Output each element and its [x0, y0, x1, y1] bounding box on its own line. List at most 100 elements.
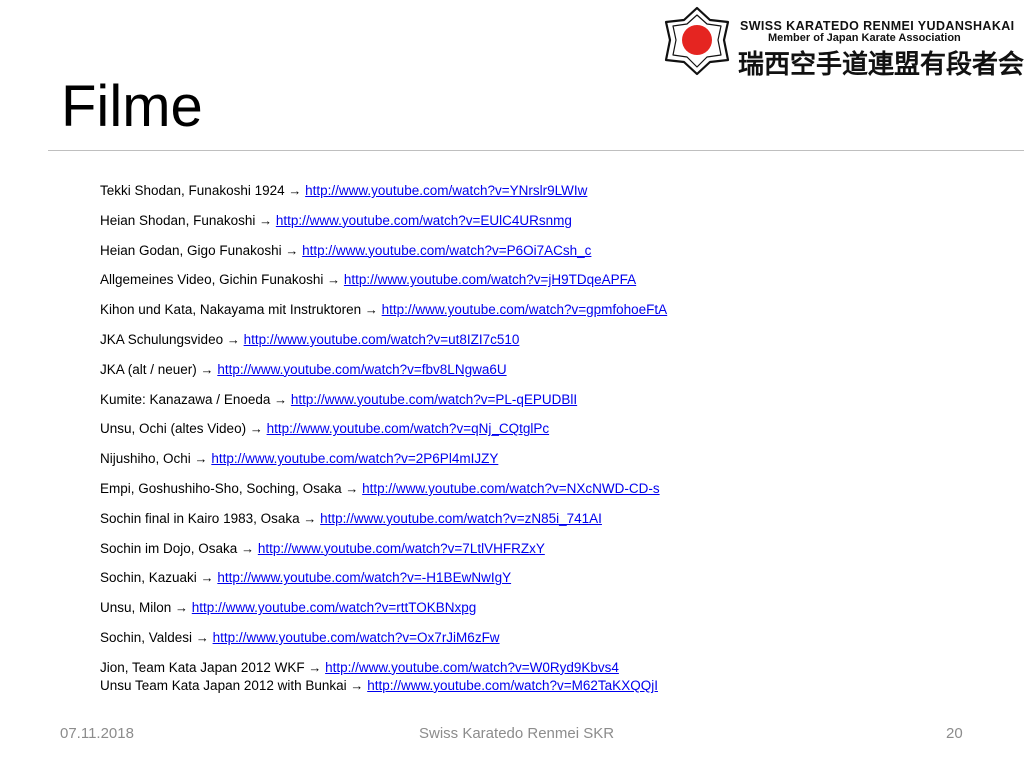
list-item: Empi, Goshushiho-Sho, Soching, Osaka → h…: [60, 480, 1010, 510]
video-title: JKA (alt / neuer): [100, 361, 201, 377]
video-link[interactable]: http://www.youtube.com/watch?v=NXcNWD-CD…: [362, 481, 659, 496]
list-item: Sochin im Dojo, Osaka → http://www.youtu…: [60, 540, 1010, 570]
video-title: Sochin final in Kairo 1983, Osaka: [100, 510, 304, 526]
list-item-text: JKA Schulungsvideo → http://www.youtube.…: [100, 331, 519, 349]
video-link[interactable]: http://www.youtube.com/watch?v=2P6Pl4mIJ…: [211, 451, 498, 466]
list-item: Allgemeines Video, Gichin Funakoshi → ht…: [60, 271, 1010, 301]
list-item-text: Unsu, Milon → http://www.youtube.com/wat…: [100, 599, 476, 617]
slide: SWISS KARATEDO RENMEI YUDANSHAKAI Member…: [0, 0, 1024, 768]
list-item: Heian Godan, Gigo Funakoshi → http://www…: [60, 242, 1010, 272]
video-link[interactable]: http://www.youtube.com/watch?v=gpmfohoeF…: [382, 302, 668, 317]
video-title: Sochin, Valdesi: [100, 629, 196, 645]
video-title: Heian Shodan, Funakoshi: [100, 212, 260, 228]
list-item-text: JKA (alt / neuer) → http://www.youtube.c…: [100, 361, 507, 379]
video-title: Jion, Team Kata Japan 2012 WKF: [100, 659, 309, 675]
video-title: Sochin im Dojo, Osaka: [100, 540, 242, 556]
list-item: Unsu, Ochi (altes Video) → http://www.yo…: [60, 420, 1010, 450]
list-item: Sochin, Kazuaki → http://www.youtube.com…: [60, 569, 1010, 599]
video-title: Heian Godan, Gigo Funakoshi: [100, 242, 286, 258]
list-item: Sochin final in Kairo 1983, Osaka → http…: [60, 510, 1010, 540]
video-title: Empi, Goshushiho-Sho, Soching, Osaka: [100, 480, 346, 496]
list-item-text: Kumite: Kanazawa / Enoeda → http://www.y…: [100, 391, 577, 409]
video-title: Nijushiho, Ochi: [100, 451, 195, 467]
arrow-right-icon: →: [308, 659, 322, 675]
list-item-text: Sochin, Kazuaki → http://www.youtube.com…: [100, 569, 511, 587]
arrow-right-icon: →: [226, 331, 240, 347]
list-item: Heian Shodan, Funakoshi → http://www.you…: [60, 212, 1010, 242]
arrow-right-icon: →: [345, 480, 359, 496]
video-title: Unsu Team Kata Japan 2012 with Bunkai: [100, 677, 351, 693]
list-item: Sochin, Valdesi → http://www.youtube.com…: [60, 629, 1010, 659]
video-link[interactable]: http://www.youtube.com/watch?v=EUlC4URsn…: [276, 213, 572, 228]
list-item-text: Sochin, Valdesi → http://www.youtube.com…: [100, 629, 500, 647]
list-item-text: Allgemeines Video, Gichin Funakoshi → ht…: [100, 271, 636, 289]
list-item-text: Heian Godan, Gigo Funakoshi → http://www…: [100, 242, 591, 260]
list-item: JKA (alt / neuer) → http://www.youtube.c…: [60, 361, 1010, 391]
list-item-text: Kihon und Kata, Nakayama mit Instruktore…: [100, 301, 667, 319]
video-title: Kihon und Kata, Nakayama mit Instruktore…: [100, 302, 365, 318]
video-link[interactable]: http://www.youtube.com/watch?v=zN85i_741…: [320, 511, 602, 526]
video-list: Tekki Shodan, Funakoshi 1924 → http://ww…: [60, 182, 1010, 699]
list-item-text: Empi, Goshushiho-Sho, Soching, Osaka → h…: [100, 480, 660, 498]
video-link[interactable]: http://www.youtube.com/watch?v=PL-qEPUDB…: [291, 392, 577, 407]
video-link[interactable]: http://www.youtube.com/watch?v=W0Ryd9Kbv…: [325, 660, 619, 675]
arrow-right-icon: →: [259, 212, 273, 228]
video-title: Unsu, Ochi (altes Video): [100, 421, 250, 437]
arrow-right-icon: →: [195, 629, 209, 645]
list-item-text: Tekki Shodan, Funakoshi 1924 → http://ww…: [100, 182, 587, 200]
footer-date: 07.11.2018: [60, 725, 134, 742]
list-item-text: Sochin final in Kairo 1983, Osaka → http…: [100, 510, 602, 528]
video-link[interactable]: http://www.youtube.com/watch?v=jH9TDqeAP…: [344, 272, 636, 287]
arrow-right-icon: →: [274, 391, 288, 407]
arrow-right-icon: →: [327, 272, 341, 288]
list-item-text: Heian Shodan, Funakoshi → http://www.you…: [100, 212, 572, 230]
list-item: JKA Schulungsvideo → http://www.youtube.…: [60, 331, 1010, 361]
logo-membership: Member of Japan Karate Association: [768, 32, 961, 44]
arrow-right-icon: →: [350, 677, 364, 693]
arrow-right-icon: →: [200, 361, 214, 377]
list-item: Kumite: Kanazawa / Enoeda → http://www.y…: [60, 391, 1010, 421]
footer-title: Swiss Karatedo Renmei SKR: [419, 725, 615, 742]
arrow-right-icon: →: [364, 302, 378, 318]
logo-japanese-name: 瑞西空手道連盟有段者会: [738, 50, 1024, 80]
list-item-text: Unsu, Ochi (altes Video) → http://www.yo…: [100, 420, 549, 438]
video-link[interactable]: http://www.youtube.com/watch?v=-H1BEwNwI…: [217, 570, 511, 585]
video-title: Sochin, Kazuaki: [100, 570, 201, 586]
logo-org-name: SWISS KARATEDO RENMEI YUDANSHAKAI: [740, 19, 1015, 33]
list-item: Kihon und Kata, Nakayama mit Instruktore…: [60, 301, 1010, 331]
video-title: Unsu, Milon: [100, 600, 176, 616]
list-item: Nijushiho, Ochi → http://www.youtube.com…: [60, 450, 1010, 480]
list-item-text: Sochin im Dojo, Osaka → http://www.youtu…: [100, 540, 545, 558]
arrow-right-icon: →: [175, 600, 189, 616]
jka-emblem-icon: [664, 6, 730, 76]
video-title: Allgemeines Video, Gichin Funakoshi: [100, 272, 328, 288]
arrow-right-icon: →: [288, 183, 302, 198]
video-title: Kumite: Kanazawa / Enoeda: [100, 391, 275, 407]
arrow-right-icon: →: [285, 242, 299, 258]
video-link[interactable]: http://www.youtube.com/watch?v=P6Oi7ACsh…: [302, 243, 591, 258]
video-link[interactable]: http://www.youtube.com/watch?v=rttTOKBNx…: [192, 600, 477, 615]
list-item: Unsu, Milon → http://www.youtube.com/wat…: [60, 599, 1010, 629]
slide-number: 20: [946, 725, 963, 742]
list-item: Tekki Shodan, Funakoshi 1924 → http://ww…: [60, 182, 1010, 212]
title-divider: [48, 150, 1024, 151]
skr-logo: SWISS KARATEDO RENMEI YUDANSHAKAI Member…: [660, 4, 1024, 80]
video-link[interactable]: http://www.youtube.com/watch?v=ut8IZI7c5…: [244, 332, 520, 347]
arrow-right-icon: →: [303, 510, 317, 526]
list-item: Jion, Team Kata Japan 2012 WKF → http://…: [60, 659, 1010, 699]
arrow-right-icon: →: [249, 421, 263, 437]
video-title: JKA Schulungsvideo: [100, 331, 227, 347]
arrow-right-icon: →: [194, 451, 208, 467]
arrow-right-icon: →: [200, 570, 214, 586]
video-link[interactable]: http://www.youtube.com/watch?v=YNrslr9LW…: [305, 183, 587, 198]
video-link[interactable]: http://www.youtube.com/watch?v=qNj_CQtgl…: [267, 421, 550, 436]
video-link[interactable]: http://www.youtube.com/watch?v=fbv8LNgwa…: [217, 362, 506, 377]
video-title: Tekki Shodan, Funakoshi 1924: [100, 183, 289, 198]
slide-title: Filme: [61, 74, 203, 139]
video-link[interactable]: http://www.youtube.com/watch?v=7LtlVHFRZ…: [258, 541, 545, 556]
list-item-text: Jion, Team Kata Japan 2012 WKF → http://…: [100, 659, 658, 695]
list-item-text: Nijushiho, Ochi → http://www.youtube.com…: [100, 450, 498, 468]
video-link[interactable]: http://www.youtube.com/watch?v=Ox7rJiM6z…: [213, 630, 500, 645]
arrow-right-icon: →: [241, 540, 255, 556]
video-link[interactable]: http://www.youtube.com/watch?v=M62TaKXQQ…: [367, 678, 658, 693]
